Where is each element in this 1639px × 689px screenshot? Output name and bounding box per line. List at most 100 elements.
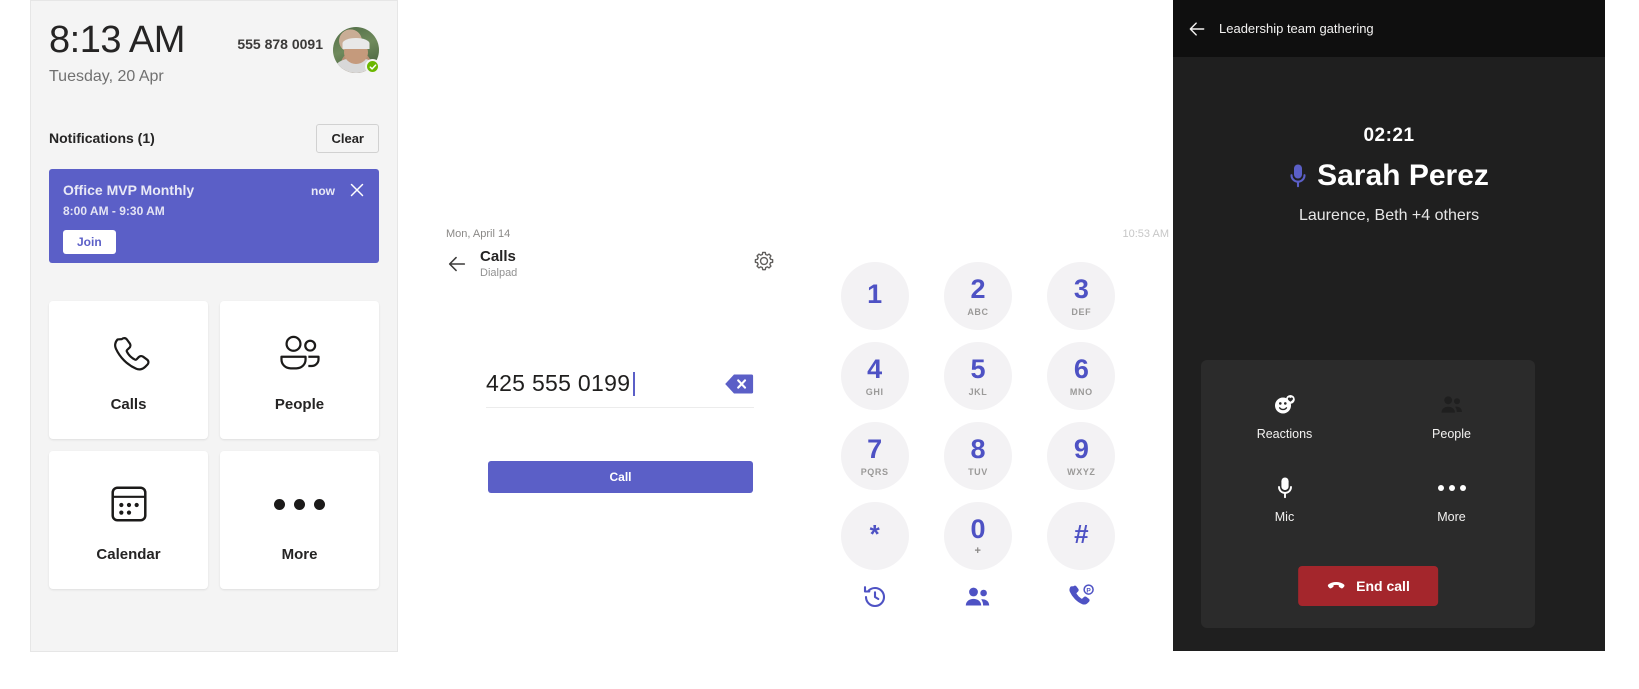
key-digit: 2 — [970, 273, 986, 304]
presence-available-icon — [365, 59, 380, 74]
speaker-name: Sarah Perez — [1317, 159, 1489, 192]
control-more[interactable]: More — [1368, 475, 1535, 524]
mic-icon — [1277, 475, 1293, 501]
key-6[interactable]: 6 MNO — [1047, 342, 1116, 410]
keypad-actions: P — [823, 584, 1133, 610]
key-letters: TUV — [968, 466, 988, 477]
tile-people[interactable]: People — [220, 300, 379, 439]
join-meeting-button[interactable]: Join — [63, 229, 116, 254]
control-mic[interactable]: Mic — [1201, 475, 1368, 524]
tile-label: Calls — [110, 396, 147, 414]
control-label: More — [1437, 510, 1466, 524]
notification-card-top: Office MVP Monthly now — [63, 182, 365, 198]
key-hash[interactable]: # — [1047, 502, 1116, 570]
back-arrow-icon[interactable] — [446, 253, 468, 275]
text-caret — [633, 372, 635, 396]
control-label: Reactions — [1256, 427, 1313, 441]
notifications-header: Notifications (1) Clear — [49, 123, 379, 153]
phone-number-value: 425 555 0199 — [486, 370, 724, 397]
contacts-icon[interactable] — [926, 584, 1029, 610]
notification-card[interactable]: Office MVP Monthly now 8:00 AM - 9:30 AM… — [49, 168, 379, 263]
key-letters: + — [974, 544, 982, 557]
key-letters: PQRS — [860, 466, 889, 477]
meeting-body: 02:21 Sarah Perez Laurence, Beth +4 othe… — [1173, 57, 1605, 225]
dialpad-clock: 10:53 AM — [1122, 228, 1169, 240]
key-star[interactable]: * — [840, 502, 909, 570]
meeting-title: Leadership team gathering — [1219, 21, 1374, 36]
people-icon — [275, 326, 325, 382]
tile-label: Calendar — [96, 546, 161, 564]
clock-block: 8:13 AM Tuesday, 20 Apr — [49, 19, 237, 86]
avatar[interactable] — [333, 27, 380, 74]
meeting-panel: Leadership team gathering 02:21 Sarah Pe… — [1173, 0, 1605, 651]
clear-notifications-button[interactable]: Clear — [316, 123, 379, 153]
key-digit: 8 — [970, 433, 986, 464]
key-digit: 9 — [1073, 433, 1089, 464]
phone-number-input[interactable]: 425 555 0199 — [486, 370, 754, 408]
key-letters: MNO — [1069, 386, 1093, 397]
backspace-icon[interactable] — [724, 373, 754, 395]
phone-home-panel: 8:13 AM Tuesday, 20 Apr 555 878 0091 Not… — [30, 0, 398, 652]
screenshot-root: 8:13 AM Tuesday, 20 Apr 555 878 0091 Not… — [0, 0, 1639, 689]
key-digit: * — [869, 519, 880, 549]
history-icon[interactable] — [823, 584, 926, 610]
dialpad-subtitle: Dialpad — [480, 267, 518, 280]
notification-timestamp: now — [311, 183, 335, 198]
key-letters: DEF — [1071, 306, 1092, 317]
key-digit: 3 — [1073, 273, 1089, 304]
key-4[interactable]: 4 GHI — [840, 342, 909, 410]
avatar-hair — [342, 38, 370, 50]
key-7[interactable]: 7 PQRS — [840, 422, 909, 490]
key-digit: 4 — [867, 353, 883, 384]
participants-summary: Laurence, Beth +4 others — [1298, 207, 1480, 224]
tile-label: People — [274, 396, 325, 414]
key-8[interactable]: 8 TUV — [943, 422, 1012, 490]
call-park-icon[interactable]: P — [1030, 584, 1133, 610]
key-digit: 0 — [970, 513, 986, 544]
more-icon — [1437, 475, 1466, 501]
key-letters: WXYZ — [1067, 466, 1096, 477]
key-digit: # — [1074, 519, 1089, 549]
control-reactions[interactable]: Reactions — [1201, 392, 1368, 441]
back-arrow-icon[interactable] — [1187, 19, 1207, 39]
call-controls-grid: Reactions People Mic More — [1201, 392, 1535, 524]
tile-more[interactable]: More — [220, 450, 379, 589]
key-2[interactable]: 2 ABC — [943, 262, 1012, 330]
active-speaker: Sarah Perez — [1173, 159, 1605, 193]
tile-calls[interactable]: Calls — [49, 300, 208, 439]
key-digit: 1 — [867, 278, 883, 309]
dialpad-title: Calls — [480, 248, 516, 265]
dialpad-day-label: Mon, April 14 — [446, 228, 511, 240]
key-digit: 5 — [970, 353, 986, 384]
control-label: Mic — [1274, 510, 1295, 524]
clock-date: Tuesday, 20 Apr — [49, 67, 164, 85]
device-phone-number: 555 878 0091 — [237, 36, 323, 52]
key-letters: GHI — [865, 386, 884, 397]
key-letters: JKL — [968, 386, 988, 397]
meeting-topbar: Leadership team gathering — [1173, 0, 1605, 57]
notification-time-range: 8:00 AM - 9:30 AM — [63, 203, 165, 218]
calendar-icon — [106, 476, 152, 532]
tile-calendar[interactable]: Calendar — [49, 450, 208, 589]
key-3[interactable]: 3 DEF — [1047, 262, 1116, 330]
end-call-button[interactable]: End call — [1298, 566, 1438, 606]
phone-icon — [106, 326, 152, 382]
gear-icon[interactable] — [753, 250, 775, 272]
tile-label: More — [281, 546, 318, 564]
control-people[interactable]: People — [1368, 392, 1535, 441]
end-call-label: End call — [1356, 578, 1410, 594]
dialpad-header-text: Calls Dialpad — [480, 248, 517, 279]
mic-icon — [1289, 163, 1307, 189]
key-0[interactable]: 0 + — [943, 502, 1012, 570]
key-1[interactable]: 1 — [840, 262, 909, 330]
close-icon[interactable] — [349, 182, 365, 198]
key-5[interactable]: 5 JKL — [943, 342, 1012, 410]
end-call-icon — [1326, 576, 1346, 596]
call-timer: 02:21 — [1363, 125, 1415, 146]
more-icon — [274, 476, 325, 532]
clock-time: 8:13 AM — [49, 19, 185, 61]
notifications-title: Notifications (1) — [49, 130, 155, 147]
key-9[interactable]: 9 WXYZ — [1047, 422, 1116, 490]
people-icon — [1440, 392, 1464, 418]
call-button[interactable]: Call — [488, 461, 753, 493]
